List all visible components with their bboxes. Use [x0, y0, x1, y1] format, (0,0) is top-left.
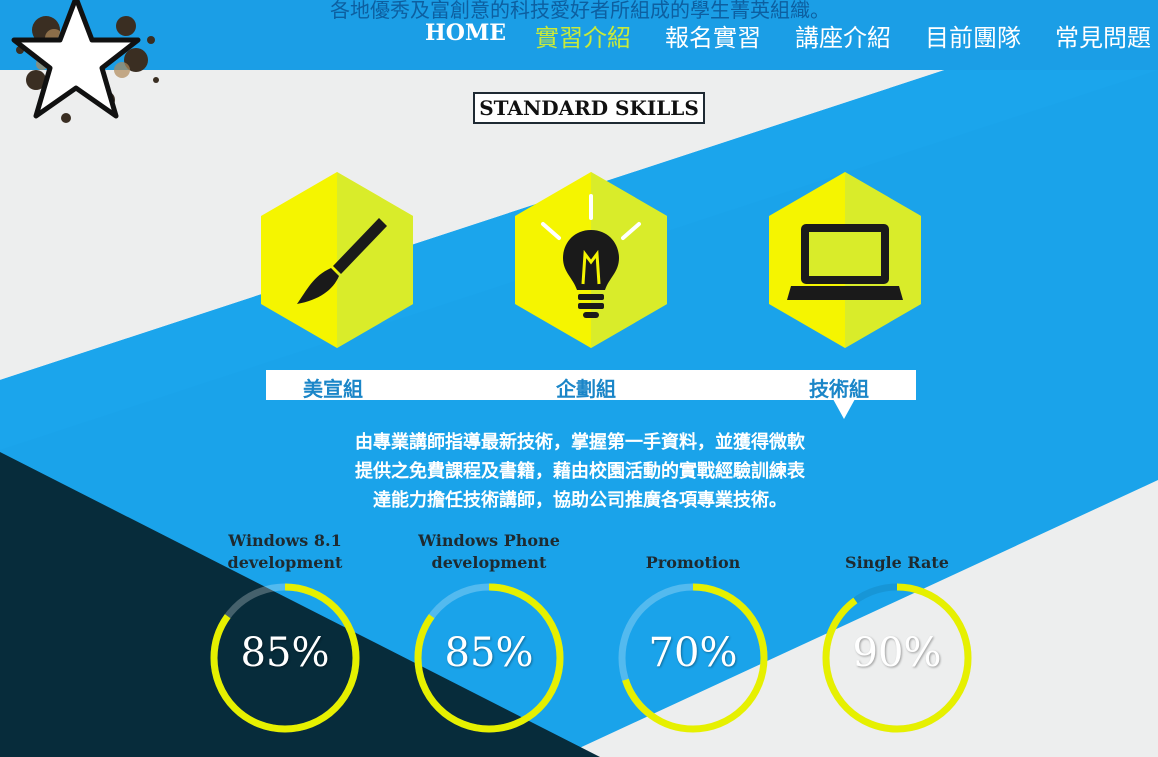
skill-title-line: Windows 8.1 [228, 531, 342, 550]
section-title: STANDARD SKILLS [473, 92, 705, 124]
nav-internship-intro[interactable]: 實習介紹 [535, 18, 631, 53]
skill-title-line: Promotion [645, 553, 741, 572]
progress-value: 90% [852, 630, 942, 676]
nav-apply[interactable]: 報名實習 [665, 18, 761, 53]
skill-title: Single Rate [797, 530, 997, 574]
skill-title: Promotion [593, 530, 793, 574]
description-line: 提供之免費課程及書籍，藉由校園活動的實戰經驗訓練表 [355, 461, 805, 482]
skill-title-line: Windows Phone [418, 531, 560, 550]
hex-tech-group[interactable] [769, 172, 921, 348]
group-description: 由專業講師指導最新技術，掌握第一手資料，並獲得微軟 提供之免費課程及書籍，藉由校… [300, 428, 860, 515]
description-line: 由專業講師指導最新技術，掌握第一手資料，並獲得微軟 [355, 432, 805, 453]
nav-lectures[interactable]: 講座介紹 [795, 18, 891, 53]
description-line: 達能力擔任技術講師，協助公司推廣各項專業技術。 [373, 490, 787, 511]
hex-design-group[interactable] [261, 172, 413, 348]
progress-value: 70% [648, 630, 738, 676]
laptop-icon [787, 224, 903, 300]
selected-pointer [833, 399, 855, 419]
skill-title: Windows 8.1 development [185, 530, 385, 574]
nav-faq[interactable]: 常見問題 [1055, 18, 1151, 53]
main-nav: HOME 實習介紹 報名實習 講座介紹 目前團隊 常見問題 [0, 18, 1158, 54]
group-label-tech[interactable]: 技術組 [809, 373, 869, 402]
skill-title: Windows Phone development [389, 530, 589, 574]
group-label-planning[interactable]: 企劃組 [556, 373, 616, 402]
progress-value: 85% [444, 630, 534, 676]
skill-title-line: development [227, 553, 343, 572]
nav-home[interactable]: HOME [425, 20, 506, 46]
group-label-design[interactable]: 美宣組 [303, 373, 363, 402]
skill-title-line: Single Rate [845, 553, 949, 572]
nav-team[interactable]: 目前團隊 [925, 18, 1021, 53]
hex-planning-group[interactable] [515, 172, 667, 348]
progress-value: 85% [240, 630, 330, 676]
skill-title-line: development [431, 553, 547, 572]
